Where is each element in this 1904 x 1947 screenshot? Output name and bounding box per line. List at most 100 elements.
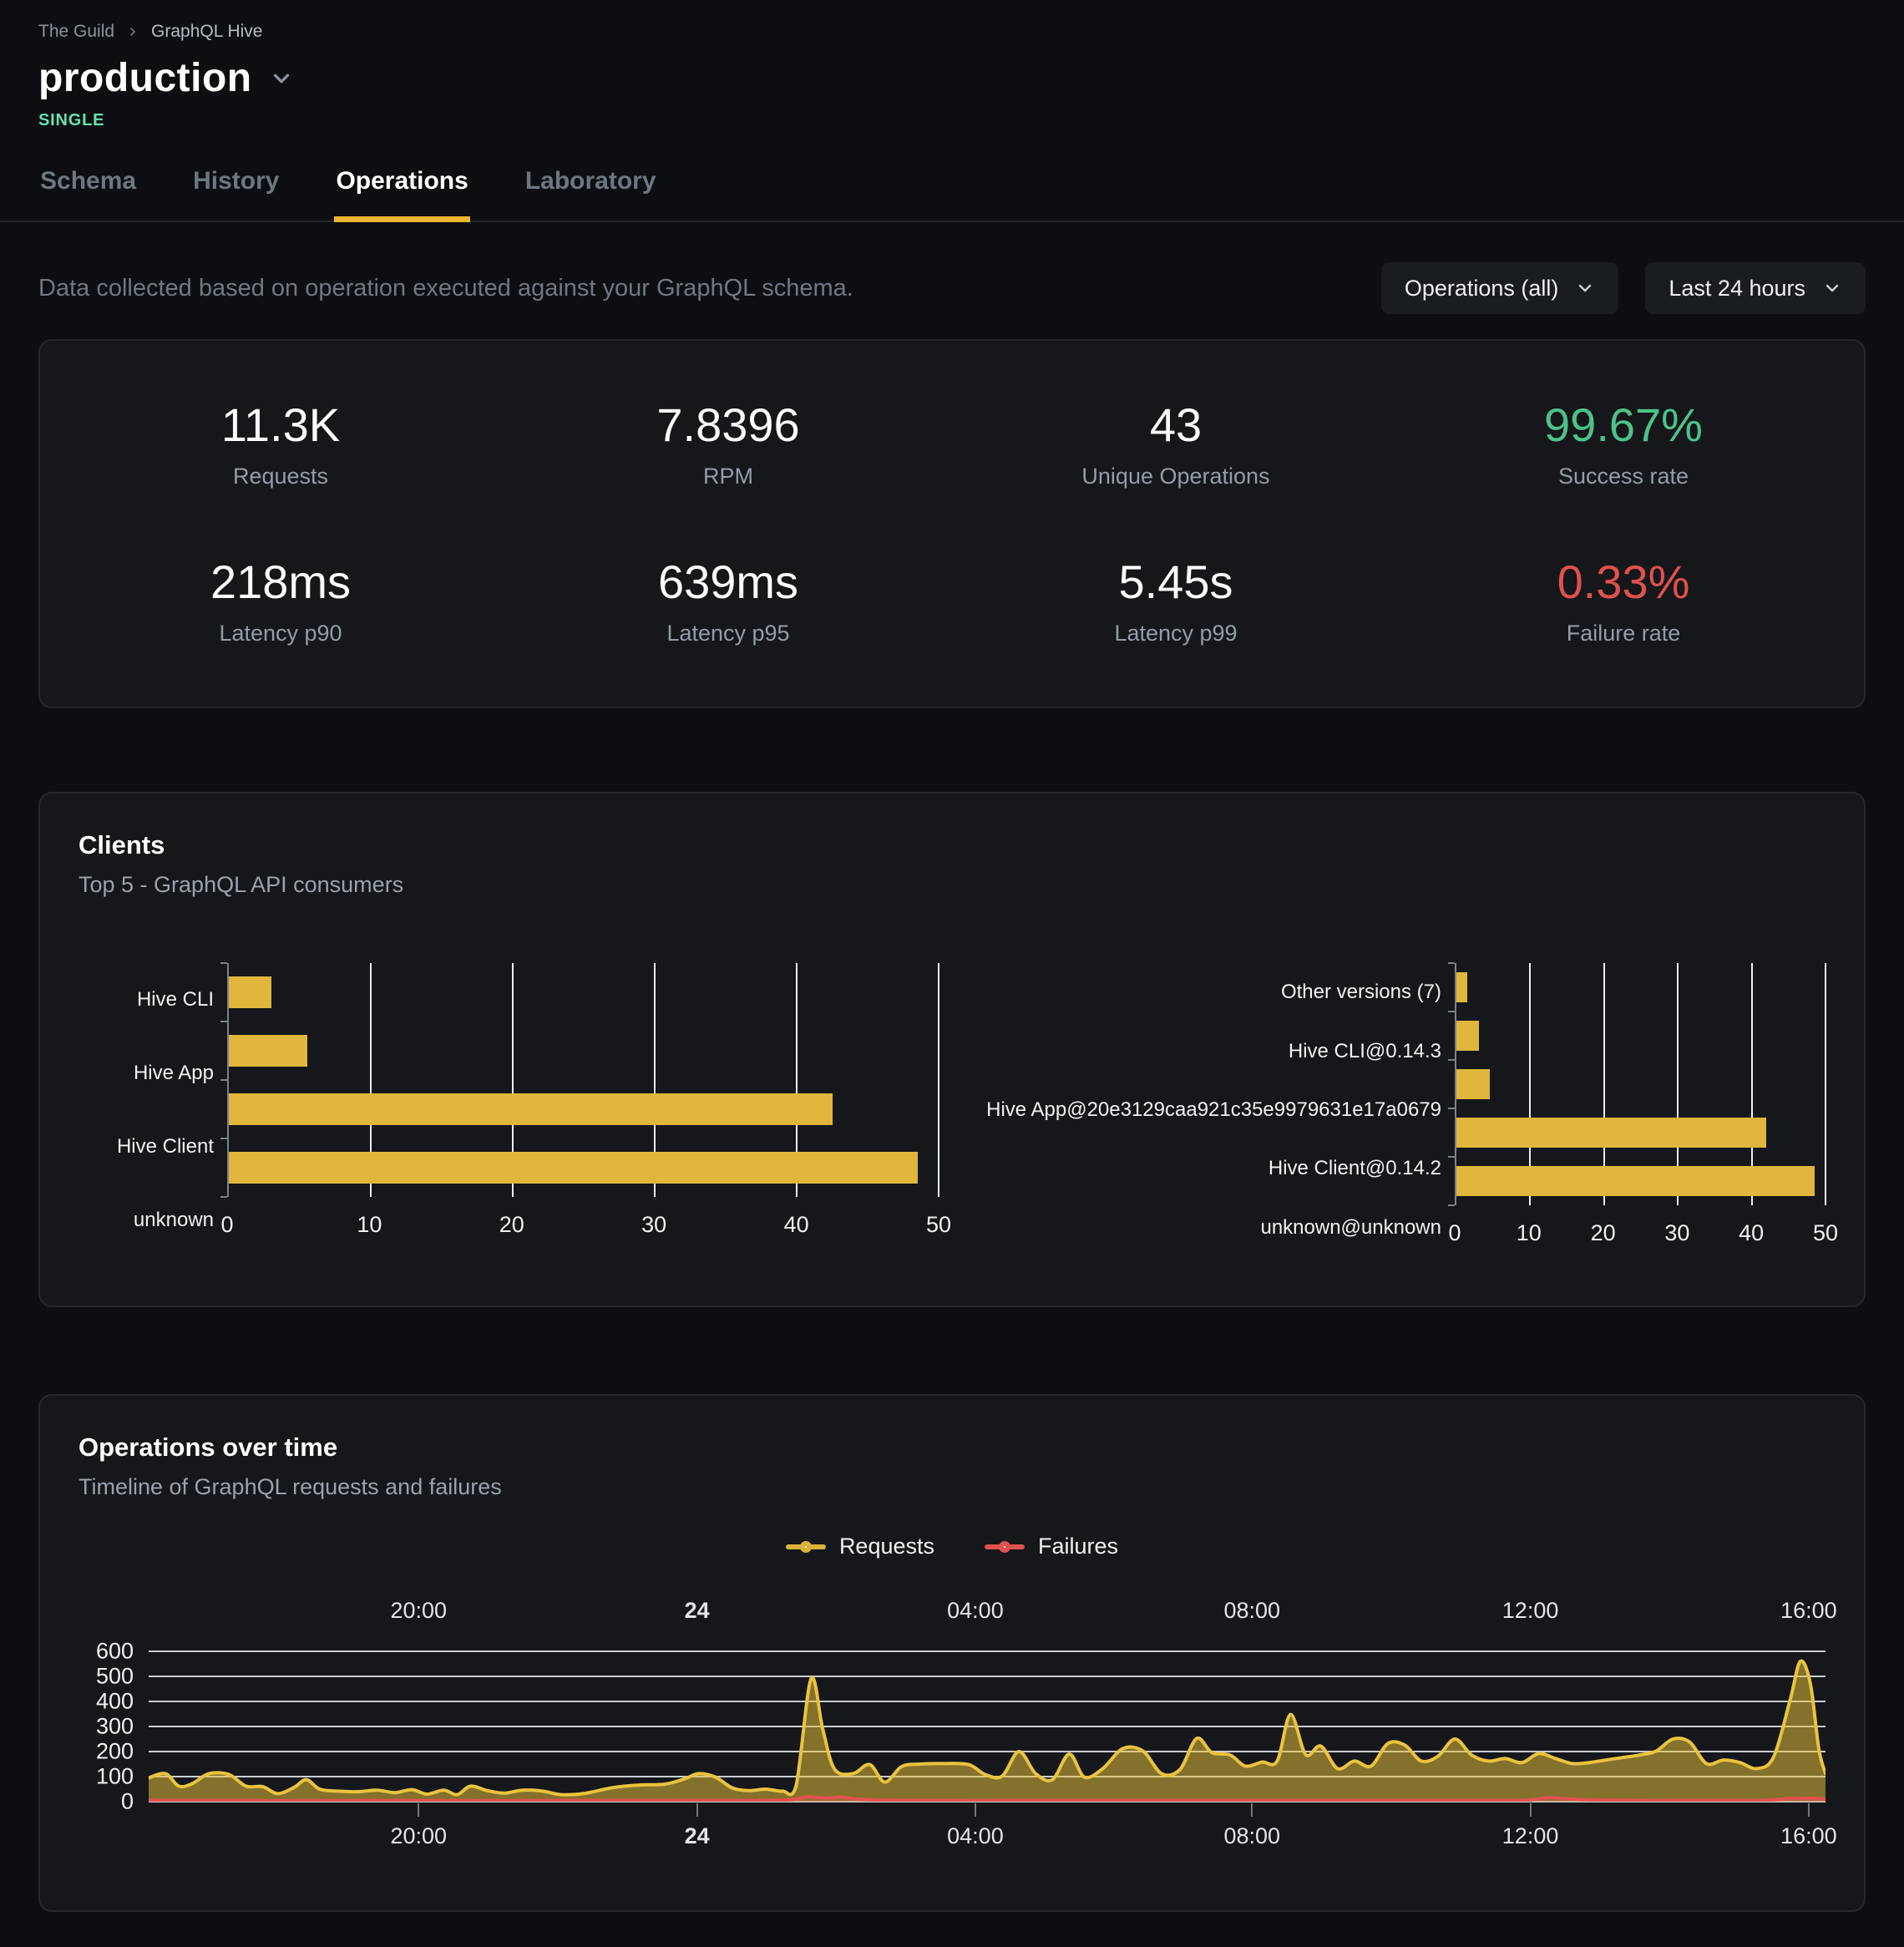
stat-cell: 11.3K Requests [57, 398, 504, 489]
period-filter-dropdown[interactable]: Last 24 hours [1645, 262, 1866, 314]
stat-label: Failure rate [1400, 621, 1847, 646]
axis-tick-icon [1448, 1108, 1455, 1109]
tab-schema[interactable]: Schema [38, 167, 138, 221]
stat-value: 7.8396 [504, 398, 952, 452]
operations-filter-dropdown[interactable]: Operations (all) [1381, 262, 1619, 314]
bar-row [1456, 963, 1826, 1012]
page-description: Data collected based on operation execut… [38, 275, 853, 302]
x-axis-tick-label: 04:00 [947, 1598, 1004, 1624]
y-axis-tick-label: 200 [96, 1739, 134, 1765]
bar [229, 1093, 833, 1125]
operations-panel-title: Operations over time [78, 1432, 1826, 1463]
stat-cell: 639ms Latency p95 [504, 555, 952, 646]
bar-row [1456, 1060, 1826, 1108]
x-axis-tick-label: 12:00 [1502, 1598, 1559, 1624]
y-axis-tick-label: 100 [96, 1764, 134, 1790]
axis-tick-icon [418, 1803, 419, 1817]
bar-row [229, 1080, 939, 1138]
stat-value: 99.67% [1400, 398, 1847, 452]
breadcrumb-org[interactable]: The Guild [38, 22, 114, 42]
axis-tick-label: 40 [1739, 1220, 1764, 1246]
stat-value: 43 [952, 398, 1400, 452]
axis-tick-label: 0 [1448, 1220, 1461, 1246]
tab-bar: Schema History Operations Laboratory [0, 167, 1904, 222]
stat-value: 218ms [57, 555, 504, 609]
x-axis-tick-label: 20:00 [390, 1598, 447, 1624]
chevron-down-icon [1822, 278, 1842, 298]
bar [1456, 1069, 1490, 1099]
stats-grid: 11.3KRequests7.8396RPM43Unique Operation… [57, 398, 1847, 646]
x-axis-tick-label: 04:00 [947, 1823, 1004, 1849]
stat-label: Latency p99 [952, 621, 1400, 646]
bar [1456, 972, 1467, 1002]
stat-value: 11.3K [57, 398, 504, 452]
stat-value: 639ms [504, 555, 952, 609]
bar-category-label: unknown [78, 1184, 214, 1257]
stat-label: Latency p95 [504, 621, 952, 646]
clients-panel: Clients Top 5 - GraphQL API consumers Hi… [38, 792, 1866, 1307]
operations-panel: Operations over time Timeline of GraphQL… [38, 1394, 1866, 1912]
clients-panel-title: Clients [78, 830, 1826, 860]
axis-tick-label: 0 [220, 1212, 233, 1238]
tab-operations[interactable]: Operations [334, 167, 469, 221]
stat-cell: 218msLatency p90 [57, 555, 504, 646]
axis-tick-icon [1448, 1156, 1455, 1158]
stat-label: Unique Operations [952, 464, 1400, 489]
bar [229, 1035, 307, 1067]
bar-category-label: Other versions (7) [985, 963, 1441, 1022]
bar-rows [1456, 963, 1826, 1205]
toolbar: Data collected based on operation execut… [0, 262, 1904, 314]
clients-panel-subtitle: Top 5 - GraphQL API consumers [78, 872, 1826, 898]
bar-category-label: unknown@unknown [985, 1199, 1441, 1257]
stat-cell: 0.33% Failure rate [1400, 555, 1847, 646]
tab-history[interactable]: History [191, 167, 281, 221]
axis-tick-label: 30 [1664, 1220, 1689, 1246]
legend-item-requests[interactable]: Requests [786, 1534, 934, 1559]
y-axis-tick-label: 0 [121, 1789, 134, 1815]
axis-tick-icon [220, 1138, 227, 1139]
y-axis-tick-label: 300 [96, 1714, 134, 1740]
bar-category-label: Hive CLI@0.14.3 [985, 1022, 1441, 1080]
x-axis-tick-label: 24 [685, 1823, 710, 1849]
bar [1456, 1021, 1479, 1051]
axis-tick-icon [696, 1803, 698, 1817]
bar-category-label: Hive App@20e3129caa921c35e9979631e17a067… [985, 1081, 1441, 1139]
legend-item-failures[interactable]: Failures [985, 1534, 1118, 1559]
axis-tick-icon [220, 1021, 227, 1022]
bar-category-label: Hive CLI [78, 963, 214, 1037]
bar-category-label: Hive Client [78, 1110, 214, 1184]
bar-row [1456, 1012, 1826, 1060]
requests-area [149, 1661, 1826, 1802]
page-header: The Guild GraphQL Hive production SINGLE [0, 22, 1904, 130]
bar-plot-area [1455, 963, 1826, 1205]
bar-row [229, 1022, 939, 1080]
operations-filter-value: Operations (all) [1405, 276, 1559, 302]
timeline-top-x-axis: 20:002404:0008:0012:0016:00 [149, 1598, 1826, 1631]
bar-x-axis: 01020304050 [1455, 1220, 1826, 1257]
breadcrumb-project[interactable]: GraphQL Hive [151, 22, 262, 42]
axis-tick-label: 20 [499, 1212, 524, 1238]
chart-legend: Requests Failures [78, 1534, 1826, 1559]
axis-tick-icon [1448, 1011, 1455, 1012]
x-axis-tick-label: 12:00 [1502, 1823, 1559, 1849]
chevron-down-icon [1575, 278, 1595, 298]
axis-tick-icon [975, 1803, 976, 1817]
bar-row [229, 1138, 939, 1197]
axis-tick-label: 50 [926, 1212, 951, 1238]
bar-x-axis: 01020304050 [227, 1212, 939, 1249]
stats-panel: 11.3KRequests7.8396RPM43Unique Operation… [38, 339, 1866, 708]
stat-value: 0.33% [1400, 555, 1847, 609]
bar-row [1456, 1157, 1826, 1205]
page-title: production [38, 55, 252, 101]
axis-tick-icon [1448, 1204, 1455, 1206]
period-filter-value: Last 24 hours [1669, 276, 1805, 302]
x-axis-tick-label: 08:00 [1223, 1598, 1280, 1624]
tab-laboratory[interactable]: Laboratory [524, 167, 658, 221]
target-selector-chevron-down-icon[interactable] [269, 66, 294, 91]
x-axis-tick-label: 20:00 [390, 1823, 447, 1849]
stat-label: Requests [57, 464, 504, 489]
bar-row [229, 963, 939, 1022]
axis-tick-icon [220, 962, 227, 964]
stat-cell: 99.67%Success rate [1400, 398, 1847, 489]
axis-tick-icon [1448, 962, 1455, 964]
